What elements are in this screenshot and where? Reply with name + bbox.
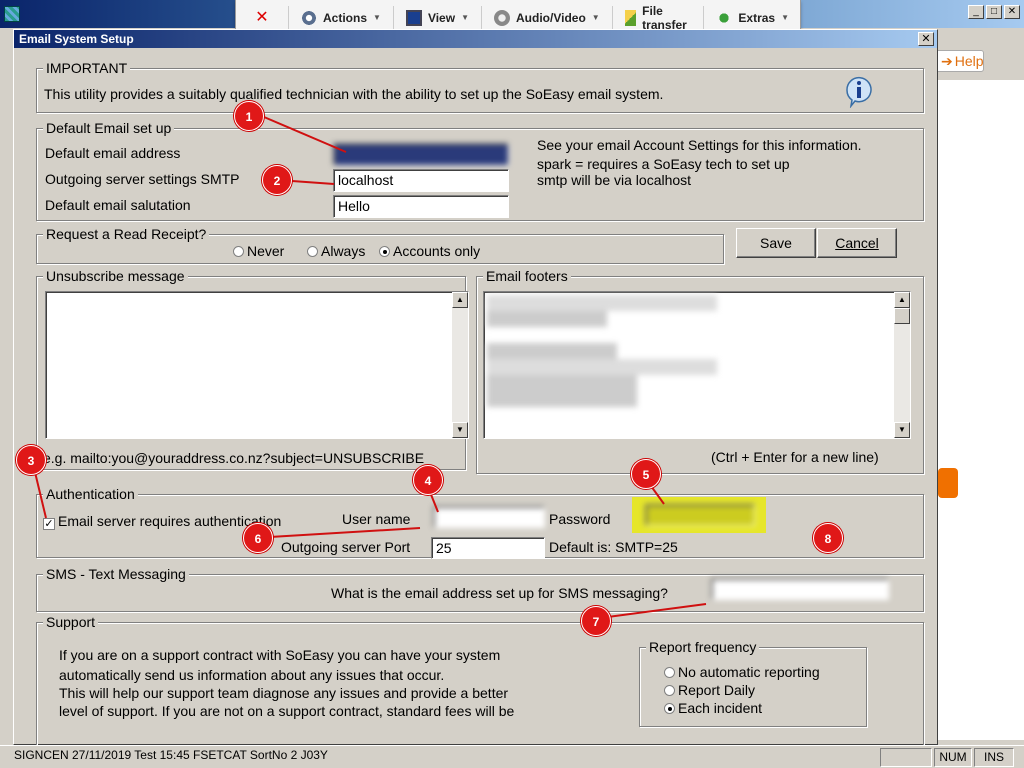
annotation-marker-6: 6	[243, 523, 273, 553]
annotation-arrows	[33, 116, 707, 619]
annotation-marker-1: 1	[234, 101, 264, 131]
annotation-marker-3: 3	[16, 445, 46, 475]
status-bar: SIGNCEN 27/11/2019 Test 15:45 FSETCAT So…	[0, 745, 1024, 768]
annotation-marker-5: 5	[631, 459, 661, 489]
status-text: SIGNCEN 27/11/2019 Test 15:45 FSETCAT So…	[14, 748, 328, 762]
annotation-marker-7: 7	[581, 606, 611, 636]
annotation-marker-4: 4	[413, 465, 443, 495]
annotation-marker-2: 2	[262, 165, 292, 195]
annotation-marker-8: 8	[813, 523, 843, 553]
status-cell-empty	[880, 748, 932, 767]
status-num: NUM	[934, 748, 972, 767]
status-ins: INS	[974, 748, 1014, 767]
